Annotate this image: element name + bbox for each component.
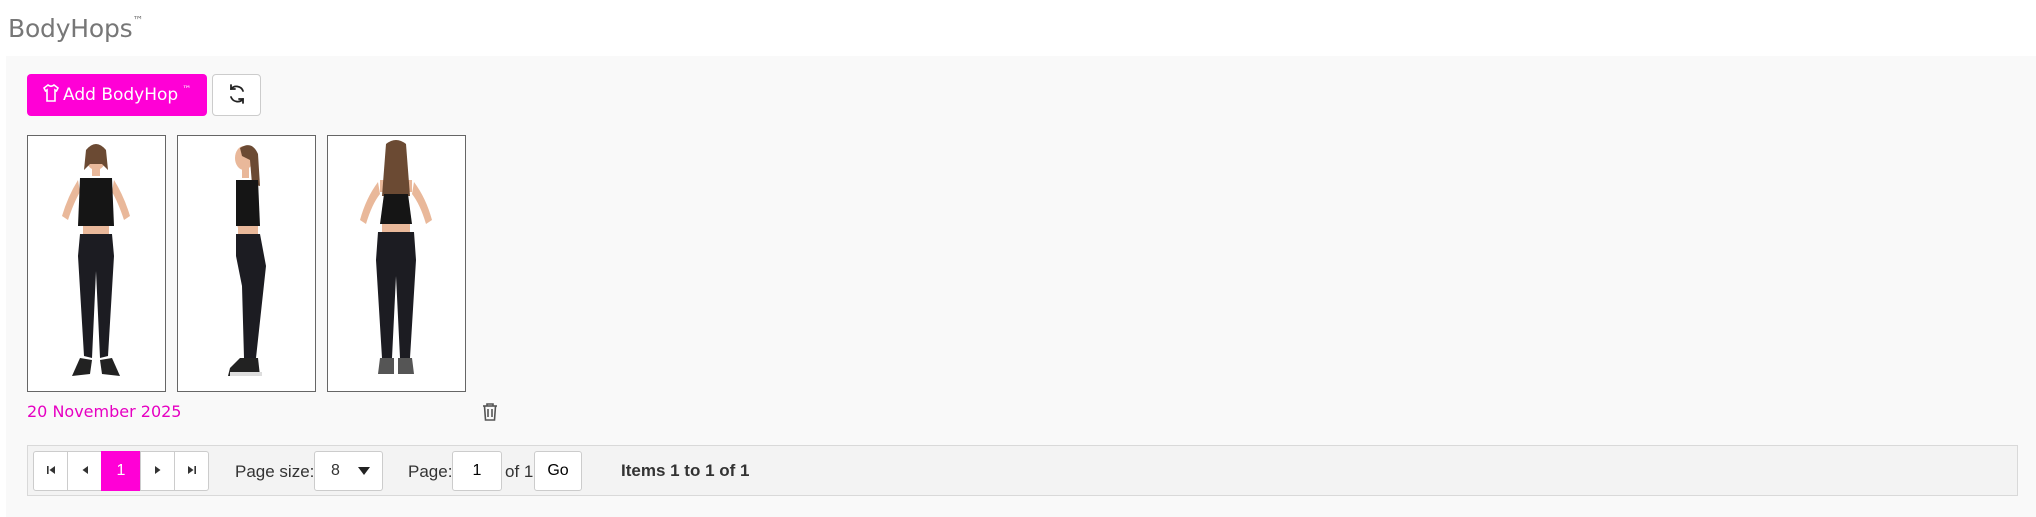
trademark-mark: ™ bbox=[132, 13, 144, 27]
first-page-icon bbox=[46, 462, 56, 480]
pager: 1 Page size: 8 Page: of 1 Go Items 1 to … bbox=[27, 445, 2018, 496]
page-size-value: 8 bbox=[331, 462, 340, 479]
front-view-image[interactable] bbox=[27, 135, 166, 392]
go-button[interactable]: Go bbox=[534, 451, 582, 491]
trash-icon[interactable] bbox=[481, 402, 499, 422]
page-title-text: BodyHops bbox=[8, 14, 133, 43]
next-page-button[interactable] bbox=[140, 451, 175, 491]
chevron-down-icon bbox=[358, 467, 370, 475]
back-view-image[interactable] bbox=[327, 135, 466, 392]
refresh-icon bbox=[227, 83, 247, 107]
pager-nav: 1 bbox=[33, 451, 209, 491]
prev-page-button[interactable] bbox=[67, 451, 102, 491]
bodyhop-images bbox=[27, 135, 466, 392]
items-info: Items 1 to 1 of 1 bbox=[621, 461, 750, 480]
prev-page-icon bbox=[81, 462, 89, 480]
last-page-button[interactable] bbox=[174, 451, 209, 491]
page-size-select[interactable]: 8 bbox=[314, 451, 383, 491]
page-number-input[interactable] bbox=[452, 451, 502, 491]
page-total-label: of 1 bbox=[505, 462, 534, 481]
refresh-button[interactable] bbox=[212, 74, 262, 116]
page-label: Page: bbox=[408, 462, 453, 481]
page-1-button[interactable]: 1 bbox=[101, 451, 141, 491]
add-trademark-mark: ™ bbox=[182, 85, 192, 95]
page-title: BodyHops™ bbox=[8, 13, 144, 43]
bodyhop-date-link[interactable]: 20 November 2025 bbox=[27, 402, 181, 421]
page-size-label: Page size: bbox=[235, 462, 315, 481]
next-page-icon bbox=[154, 462, 162, 480]
first-page-button[interactable] bbox=[33, 451, 68, 491]
add-bodyhop-button[interactable]: Add BodyHop ™ bbox=[27, 74, 208, 116]
toolbar: Add BodyHop ™ bbox=[27, 74, 262, 116]
side-view-image[interactable] bbox=[177, 135, 316, 392]
last-page-icon bbox=[187, 462, 197, 480]
shirt-icon bbox=[42, 83, 60, 107]
add-bodyhop-label: Add BodyHop bbox=[63, 85, 179, 105]
